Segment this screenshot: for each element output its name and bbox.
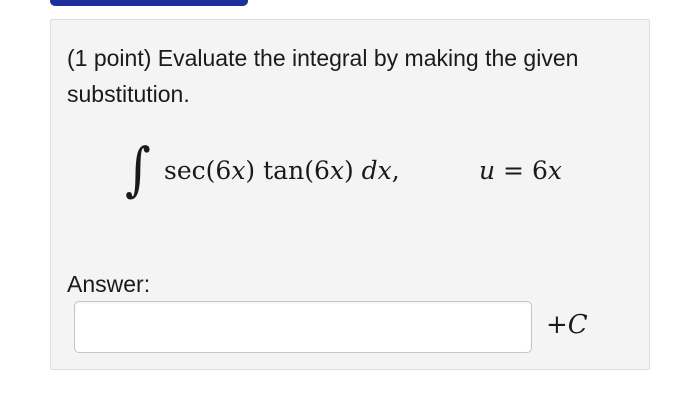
substitution-x: x: [547, 156, 562, 185]
problem-prompt: (1 point) Evaluate the integral by makin…: [67, 45, 579, 107]
plus-sign: +: [546, 310, 568, 340]
tan-function: tan: [263, 156, 305, 185]
substitution-variable: u: [479, 156, 496, 185]
problem-card: (1 point) Evaluate the integral by makin…: [50, 19, 650, 370]
substitution-expression: u = 6x: [479, 154, 562, 188]
tan-arg-close: ): [343, 156, 362, 185]
sec-function: sec: [164, 156, 206, 185]
sec-arg-close: ): [245, 156, 264, 185]
integral-sign: ∫: [125, 135, 151, 203]
constant-c: C: [567, 310, 588, 340]
sec-arg-open: (6: [205, 156, 232, 185]
answer-label: Answer:: [67, 271, 151, 297]
integrand-expression: sec(6x) tan(6x) dx,: [164, 154, 400, 188]
sec-variable: x: [231, 156, 246, 185]
constant-of-integration: +C: [546, 308, 588, 342]
math-expression-row: ∫ sec(6x) tan(6x) dx, u = 6x: [51, 136, 651, 208]
differential: dx: [361, 156, 392, 185]
tan-variable: x: [329, 156, 344, 185]
tan-arg-open: (6: [304, 156, 330, 185]
integrand-comma: ,: [391, 156, 400, 185]
substitution-equals: = 6: [495, 156, 548, 185]
top-header-tab: [50, 0, 248, 6]
answer-input[interactable]: [74, 301, 532, 353]
